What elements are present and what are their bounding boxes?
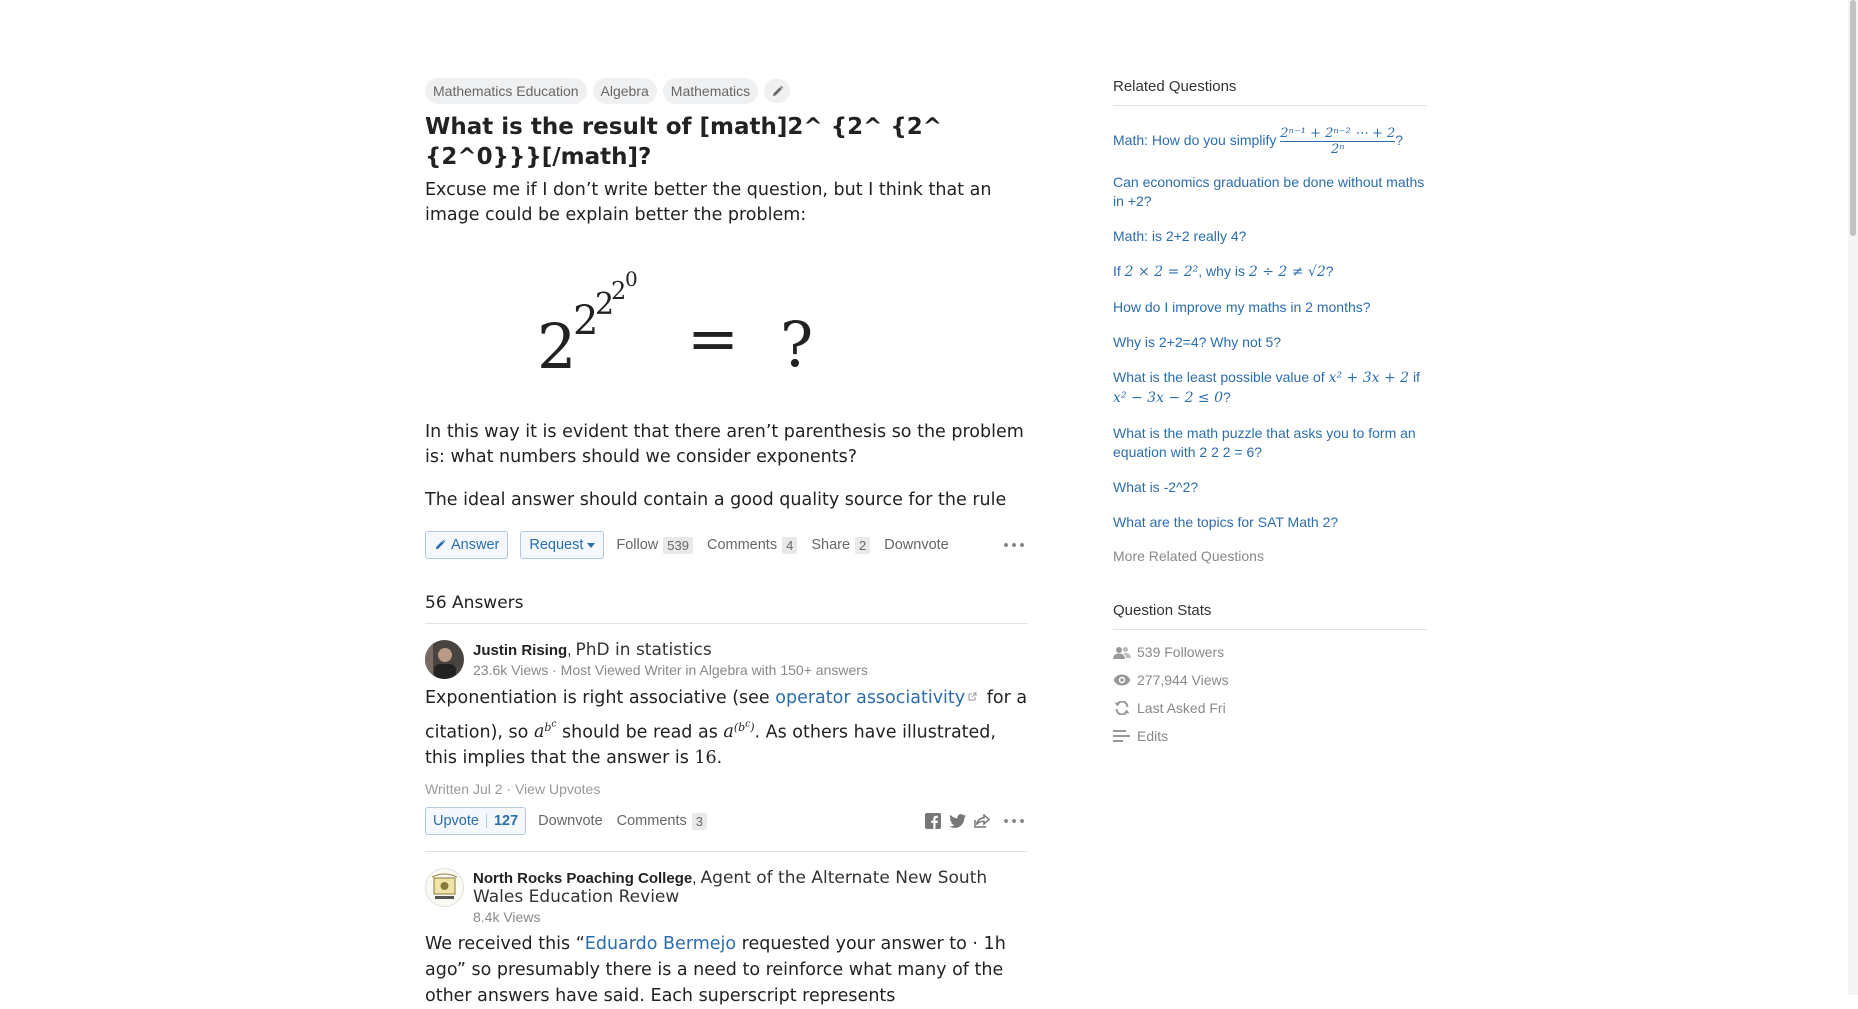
external-link-icon: [968, 692, 977, 701]
tower-exponent-3: 2: [611, 277, 626, 305]
downvote-button[interactable]: Downvote: [538, 813, 602, 829]
related-question[interactable]: How do I improve my maths in 2 months?: [1113, 298, 1427, 317]
eye-icon: [1113, 674, 1131, 686]
facebook-icon[interactable]: [925, 813, 941, 830]
request-button[interactable]: Request: [520, 531, 605, 559]
downvote-button[interactable]: Downvote: [884, 537, 948, 553]
related-question[interactable]: What are the topics for SAT Math 2?: [1113, 513, 1427, 532]
related-questions-heading: Related Questions: [1113, 78, 1427, 106]
twitter-icon[interactable]: [949, 814, 966, 829]
follow-button[interactable]: Follow 539: [616, 536, 693, 554]
request-button-label: Request: [529, 537, 584, 553]
question-mark: ?: [780, 308, 813, 381]
operator-associativity-link[interactable]: operator associativity: [775, 688, 965, 708]
answer-text: Exponentiation is right associative (see…: [425, 688, 1028, 769]
question-details: Excuse me if I don’t write better the qu…: [425, 178, 1028, 513]
upvote-label: Upvote: [433, 813, 479, 830]
answer-item: North Rocks Poaching College, Agent of t…: [425, 851, 1028, 1009]
topic-mathematics-education[interactable]: Mathematics Education: [425, 78, 587, 104]
answer-action-bar: Upvote 127 Downvote Comments 3: [425, 807, 1028, 836]
more-related-questions-link[interactable]: More Related Questions: [1113, 548, 1427, 564]
share-label: Share: [811, 537, 851, 553]
answer-item: Justin Rising, PhD in statistics 23.6k V…: [425, 624, 1028, 836]
equals-sign: =: [687, 302, 739, 375]
answer-meta: 8.4k Views: [473, 909, 541, 926]
comments-button[interactable]: Comments 4: [706, 536, 798, 554]
caret-down-icon: [587, 542, 596, 548]
author-name[interactable]: North Rocks Poaching College: [473, 870, 692, 887]
question-action-bar: Answer Request Follow 539 Comments 4 Sha…: [425, 531, 1028, 559]
math-a-b-c: abc: [533, 719, 557, 743]
page-scrollbar[interactable]: [1848, 0, 1858, 995]
related-question[interactable]: What is -2^2?: [1113, 478, 1427, 497]
edit-topics-pencil-icon[interactable]: [764, 79, 791, 103]
followers-icon: [1113, 646, 1131, 659]
question-paragraph: The ideal answer should contain a good q…: [425, 490, 1007, 510]
comments-label: Comments: [706, 537, 778, 553]
written-date[interactable]: Written Jul 2 · View Upvotes: [425, 781, 1028, 797]
power-tower-image: 2 2 2 2 0 = ?: [425, 238, 1028, 412]
upvote-count: 127: [493, 813, 519, 830]
related-question[interactable]: What is the least possible value of x² +…: [1113, 368, 1427, 408]
follow-count: 539: [663, 536, 693, 554]
related-question[interactable]: Math: How do you simplify 2ⁿ⁻¹ + 2ⁿ⁻² ⋯ …: [1113, 126, 1427, 157]
topic-mathematics[interactable]: Mathematics: [662, 78, 759, 104]
author-credential: PhD in statistics: [575, 640, 712, 660]
comments-count: 3: [691, 812, 707, 830]
related-question[interactable]: Can economics graduation be done without…: [1113, 173, 1427, 211]
main-column: Mathematics Education Algebra Mathematic…: [425, 78, 1028, 1009]
related-questions-list: Math: How do you simplify 2ⁿ⁻¹ + 2ⁿ⁻² ⋯ …: [1113, 126, 1427, 532]
answer-value: 16: [694, 748, 717, 769]
answers-count: 56 Answers: [425, 593, 1028, 624]
question-stats-heading: Question Stats: [1113, 602, 1427, 630]
eduardo-bermejo-link[interactable]: Eduardo Bermejo: [585, 934, 736, 954]
avatar[interactable]: [425, 868, 464, 908]
follow-label: Follow: [616, 537, 659, 553]
answer-text: We received this “Eduardo Bermejo reques…: [425, 934, 1006, 1007]
answer-meta: 23.6k Views · Most Viewed Writer in Alge…: [473, 662, 868, 678]
pencil-icon: [435, 539, 446, 550]
more-options-icon[interactable]: [1004, 819, 1024, 824]
avatar[interactable]: [425, 640, 464, 679]
answer-button[interactable]: Answer: [425, 531, 509, 559]
question-paragraph: Excuse me if I don’t write better the qu…: [425, 180, 992, 225]
topic-list: Mathematics Education Algebra Mathematic…: [425, 78, 1028, 104]
share-count: 2: [855, 536, 871, 554]
stat-followers[interactable]: 539 Followers: [1113, 644, 1427, 660]
upvote-button[interactable]: Upvote 127: [425, 807, 527, 836]
question-title[interactable]: What is the result of [math]2^ {2^ {2^ {…: [425, 112, 1028, 172]
refresh-icon: [1114, 701, 1130, 715]
related-question[interactable]: Why is 2+2=4? Why not 5?: [1113, 333, 1427, 352]
author-name[interactable]: Justin Rising: [473, 642, 567, 659]
comments-button[interactable]: Comments 3: [616, 812, 707, 830]
tower-exponent-4: 0: [625, 267, 638, 291]
sidebar: Related Questions Math: How do you simpl…: [1113, 78, 1427, 744]
stat-last-asked: Last Asked Fri: [1113, 700, 1427, 716]
question-paragraph: In this way it is evident that there are…: [425, 422, 1024, 467]
comments-label: Comments: [616, 813, 687, 830]
math-a-paren-b-c: a(bc): [723, 719, 755, 743]
related-question[interactable]: What is the math puzzle that asks you to…: [1113, 424, 1427, 462]
tower-base: 2: [537, 310, 576, 383]
comments-count: 4: [782, 536, 798, 554]
share-button[interactable]: Share 2: [811, 536, 871, 554]
topic-algebra[interactable]: Algebra: [592, 78, 657, 104]
answer-button-label: Answer: [451, 537, 500, 553]
edits-lines-icon: [1113, 729, 1130, 742]
share-icon[interactable]: [974, 814, 990, 829]
more-options-icon[interactable]: [1004, 543, 1024, 547]
math-fraction: 2ⁿ⁻¹ + 2ⁿ⁻² ⋯ + 2 2ⁿ: [1280, 126, 1396, 157]
stat-edits[interactable]: Edits: [1113, 728, 1427, 744]
related-question[interactable]: Math: is 2+2 really 4?: [1113, 227, 1427, 246]
related-question[interactable]: If 2 × 2 = 2², why is 2 ÷ 2 ≠ √2?: [1113, 262, 1427, 282]
scrollbar-thumb[interactable]: [1850, 0, 1856, 236]
stat-views: 277,944 Views: [1113, 672, 1427, 688]
